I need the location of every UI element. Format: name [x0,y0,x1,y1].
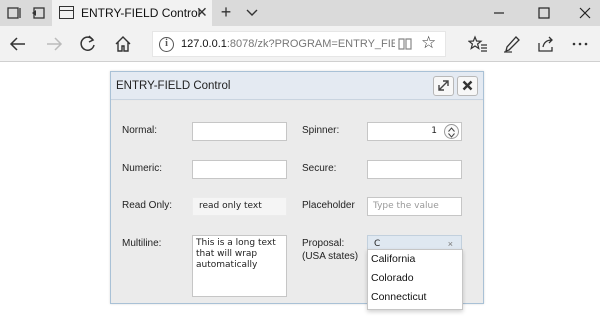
spinner-input[interactable]: 1 [367,122,462,141]
placeholder-input[interactable]: Type the value [367,197,462,216]
page-icon [59,6,74,19]
numeric-input[interactable] [192,160,287,179]
dialog-title: ENTRY-FIELD Control [116,80,231,92]
reading-view-icon[interactable] [397,36,413,52]
proposal-sublabel: (USA states) [302,251,359,262]
more-icon[interactable] [570,34,590,54]
pen-icon[interactable] [502,34,522,54]
normal-label: Normal: [122,125,158,136]
proposal-option-colorado[interactable]: Colorado [368,269,462,288]
page-content: ENTRY-FIELD Control Normal: Numeric: Rea… [0,63,600,318]
tab-preview-icon[interactable] [30,5,46,21]
spinner-value: 1 [431,126,437,136]
numeric-label: Numeric: [122,163,163,174]
tab-menu-icon[interactable] [244,4,260,20]
proposal-dropdown: California Colorado Connecticut [367,249,463,310]
readonly-label: Read Only: [122,200,173,211]
readonly-field: read only text [192,197,287,216]
favorite-star-icon[interactable]: ☆ [421,33,436,53]
secure-password-input[interactable] [367,160,462,179]
share-icon[interactable] [536,34,556,54]
new-tab-icon[interactable]: + [216,2,236,23]
clear-icon[interactable]: × [448,239,453,249]
forward-icon[interactable] [44,34,64,54]
active-tab[interactable]: ENTRY-FIELD Control ✕ [52,0,212,26]
secure-label: Secure: [302,163,337,174]
proposal-option-connecticut[interactable]: Connecticut [368,288,462,307]
favorites-hub-icon[interactable] [468,34,488,54]
minimize-icon[interactable] [490,4,508,22]
refresh-icon[interactable] [78,34,98,54]
spinner-arrows[interactable] [444,124,459,139]
placeholder-label: Placeholder [302,200,355,211]
multiline-textarea[interactable]: This is a long text that will wrap autom… [192,235,287,297]
multiline-label: Multiline: [122,238,162,249]
back-icon[interactable] [8,34,28,54]
proposal-option-california[interactable]: California [368,250,462,269]
proposal-label: Proposal: [302,238,345,249]
close-icon [462,80,473,91]
spinner-label: Spinner: [302,125,340,136]
dialog-header[interactable]: ENTRY-FIELD Control [111,72,483,100]
url-path: :8078/zk?PROGRAM=ENTRY_FIELD [226,38,395,50]
window-close-icon[interactable] [576,4,594,22]
address-bar[interactable]: i 127.0.0.1:8078/zk?PROGRAM=ENTRY_FIELD … [152,31,446,57]
normal-input[interactable] [192,122,287,141]
spinner-down-icon[interactable] [448,133,455,138]
url-host: 127.0.0.1 [181,38,227,50]
browser-nav-bar: i 127.0.0.1:8078/zk?PROGRAM=ENTRY_FIELD … [0,26,600,62]
spinner-up-icon[interactable] [448,127,455,132]
tab-title: ENTRY-FIELD Control [81,6,201,20]
tabs-aside-icon[interactable] [6,5,22,21]
dialog-maximize-button[interactable] [433,76,454,96]
expand-icon [438,80,449,91]
maximize-icon[interactable] [535,4,553,22]
url-text: 127.0.0.1:8078/zk?PROGRAM=ENTRY_FIELD [181,38,395,50]
tab-close-icon[interactable]: ✕ [196,4,208,21]
home-icon[interactable] [113,34,133,54]
dialog-close-button[interactable] [457,76,478,96]
proposal-input-value: C [374,239,381,249]
info-icon[interactable]: i [159,37,174,52]
browser-tab-bar: ENTRY-FIELD Control ✕ + [0,0,600,26]
